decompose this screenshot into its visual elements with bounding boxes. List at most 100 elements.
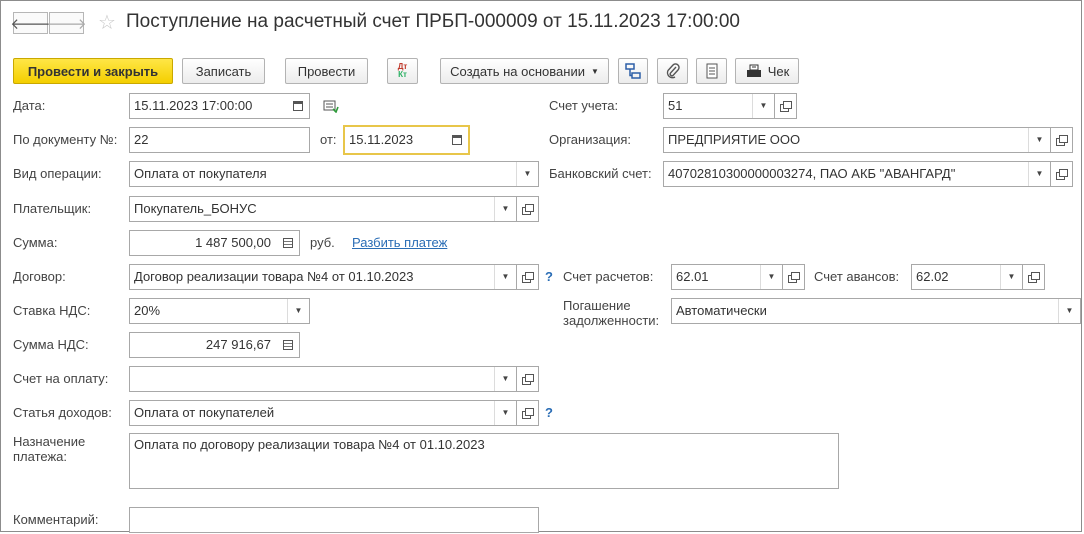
document-window: 🡐 🡒 ☆ Поступление на расчетный счет ПРБП… [0, 0, 1082, 533]
chevron-down-icon[interactable]: ▼ [494, 197, 516, 221]
forward-button[interactable]: 🡒 [46, 12, 87, 34]
structure-button[interactable] [618, 58, 648, 84]
page-title: Поступление на расчетный счет ПРБП-00000… [126, 11, 740, 32]
comment-label: Комментарий: [13, 512, 99, 527]
calendar-icon[interactable] [446, 127, 468, 153]
account-label: Счет учета: [549, 98, 619, 113]
receipt-button[interactable]: Чек [735, 58, 799, 84]
chevron-down-icon[interactable]: ▼ [494, 401, 516, 425]
operation-type-select[interactable]: Оплата от покупателя ▼ [129, 161, 539, 187]
doc-number-value: 22 [134, 132, 149, 147]
doc-date-value: 15.11.2023 [349, 132, 414, 147]
doc-date-label: от: [320, 132, 337, 147]
vat-sum-field[interactable]: 247 916,67 [129, 332, 300, 358]
attach-button[interactable] [657, 58, 688, 84]
invoice-field[interactable]: ▼ [129, 366, 517, 392]
chevron-down-icon[interactable]: ▼ [516, 162, 538, 186]
report-button[interactable] [696, 58, 727, 84]
debt-repayment-select[interactable]: Автоматически ▼ [671, 298, 1081, 324]
chevron-down-icon[interactable]: ▼ [752, 94, 774, 118]
contract-label: Договор: [13, 269, 66, 284]
open-advance-account-button[interactable] [1023, 264, 1045, 290]
dt-kt-button[interactable]: Дт Кт [387, 58, 418, 84]
payer-value: Покупатель_БОНУС [134, 201, 257, 216]
organization-label: Организация: [549, 132, 632, 147]
contract-field[interactable]: Договор реализации товара №4 от 01.10.20… [129, 264, 517, 290]
contract-value: Договор реализации товара №4 от 01.10.20… [134, 269, 414, 284]
chevron-down-icon[interactable]: ▼ [1000, 265, 1022, 289]
arrow-right-icon: 🡒 [46, 15, 87, 33]
bank-account-field[interactable]: 40702810300000003274, ПАО АКБ "АВАНГАРД"… [663, 161, 1051, 187]
payment-purpose-label-1: Назначение [13, 434, 86, 449]
chevron-down-icon[interactable]: ▼ [287, 299, 309, 323]
date-label: Дата: [13, 98, 46, 113]
sum-field[interactable]: 1 487 500,00 [129, 230, 300, 256]
open-organization-button[interactable] [1051, 127, 1073, 153]
advance-account-select[interactable]: 62.02 ▼ [911, 264, 1023, 290]
account-value: 51 [668, 98, 683, 113]
save-button[interactable]: Записать [182, 58, 265, 84]
income-item-value: Оплата от покупателей [134, 405, 275, 420]
split-payment-link[interactable]: Разбить платеж [352, 235, 447, 250]
bank-account-value: 40702810300000003274, ПАО АКБ "АВАНГАРД" [668, 166, 956, 181]
chevron-down-icon[interactable]: ▼ [760, 265, 782, 289]
income-item-field[interactable]: Оплата от покупателей ▼ [129, 400, 517, 426]
payment-purpose-textarea[interactable]: Оплата по договору реализации товара №4 … [129, 433, 839, 489]
payer-label: Плательщик: [13, 201, 92, 216]
comment-field[interactable] [129, 507, 539, 533]
calculator-icon[interactable] [277, 333, 299, 357]
open-icon [522, 272, 534, 283]
open-bank-account-button[interactable] [1051, 161, 1073, 187]
date-field[interactable]: 15.11.2023 17:00:00 [129, 93, 310, 119]
account-select[interactable]: 51 ▼ [663, 93, 775, 119]
create-based-on-button[interactable]: Создать на основании ▼ [440, 58, 609, 84]
advance-account-value: 62.02 [916, 269, 949, 284]
open-contract-button[interactable] [517, 264, 539, 290]
chevron-down-icon[interactable]: ▼ [494, 265, 516, 289]
bank-account-label: Банковский счет: [549, 166, 652, 181]
settlement-account-label: Счет расчетов: [563, 269, 654, 284]
cash-register-icon [746, 64, 761, 77]
exchange-rate-icon[interactable] [323, 99, 339, 113]
open-icon [1028, 272, 1040, 283]
debt-repayment-value: Автоматически [676, 303, 767, 318]
post-button[interactable]: Провести [285, 58, 368, 84]
income-item-label: Статья доходов: [13, 405, 112, 420]
doc-number-label: По документу №: [13, 132, 118, 147]
post-and-close-button[interactable]: Провести и закрыть [13, 58, 173, 84]
open-icon [522, 204, 534, 215]
organization-field[interactable]: ПРЕДПРИЯТИЕ ООО ▼ [663, 127, 1051, 153]
settlement-account-select[interactable]: 62.01 ▼ [671, 264, 783, 290]
doc-number-field[interactable]: 22 [129, 127, 310, 153]
sum-label: Сумма: [13, 235, 58, 250]
doc-date-field[interactable]: 15.11.2023 [343, 125, 470, 155]
back-button[interactable]: 🡐 [10, 12, 51, 34]
calendar-icon[interactable] [287, 94, 309, 118]
favorite-star-icon[interactable]: ☆ [98, 10, 116, 35]
help-icon[interactable]: ? [545, 405, 553, 420]
date-value: 15.11.2023 17:00:00 [134, 98, 253, 113]
open-settlement-account-button[interactable] [783, 264, 805, 290]
receipt-label: Чек [767, 63, 790, 79]
open-account-button[interactable] [775, 93, 797, 119]
payer-field[interactable]: Покупатель_БОНУС ▼ [129, 196, 517, 222]
chevron-down-icon[interactable]: ▼ [494, 367, 516, 391]
open-icon [788, 272, 800, 283]
open-icon [1056, 169, 1068, 180]
chevron-down-icon[interactable]: ▼ [1028, 162, 1050, 186]
chevron-down-icon[interactable]: ▼ [1058, 299, 1080, 323]
vat-rate-label: Ставка НДС: [13, 303, 91, 318]
open-invoice-button[interactable] [517, 366, 539, 392]
open-income-item-button[interactable] [517, 400, 539, 426]
chevron-down-icon[interactable]: ▼ [1028, 128, 1050, 152]
calculator-icon[interactable] [277, 231, 299, 255]
advance-account-label: Счет авансов: [814, 269, 900, 284]
debt-repayment-label-1: Погашение [563, 298, 631, 313]
open-icon [1056, 135, 1068, 146]
open-payer-button[interactable] [517, 196, 539, 222]
chevron-down-icon: ▼ [590, 66, 599, 76]
help-icon[interactable]: ? [545, 269, 553, 284]
sum-value: 1 487 500,00 [195, 235, 271, 250]
payment-purpose-value: Оплата по договору реализации товара №4 … [134, 437, 485, 452]
vat-rate-select[interactable]: 20% ▼ [129, 298, 310, 324]
